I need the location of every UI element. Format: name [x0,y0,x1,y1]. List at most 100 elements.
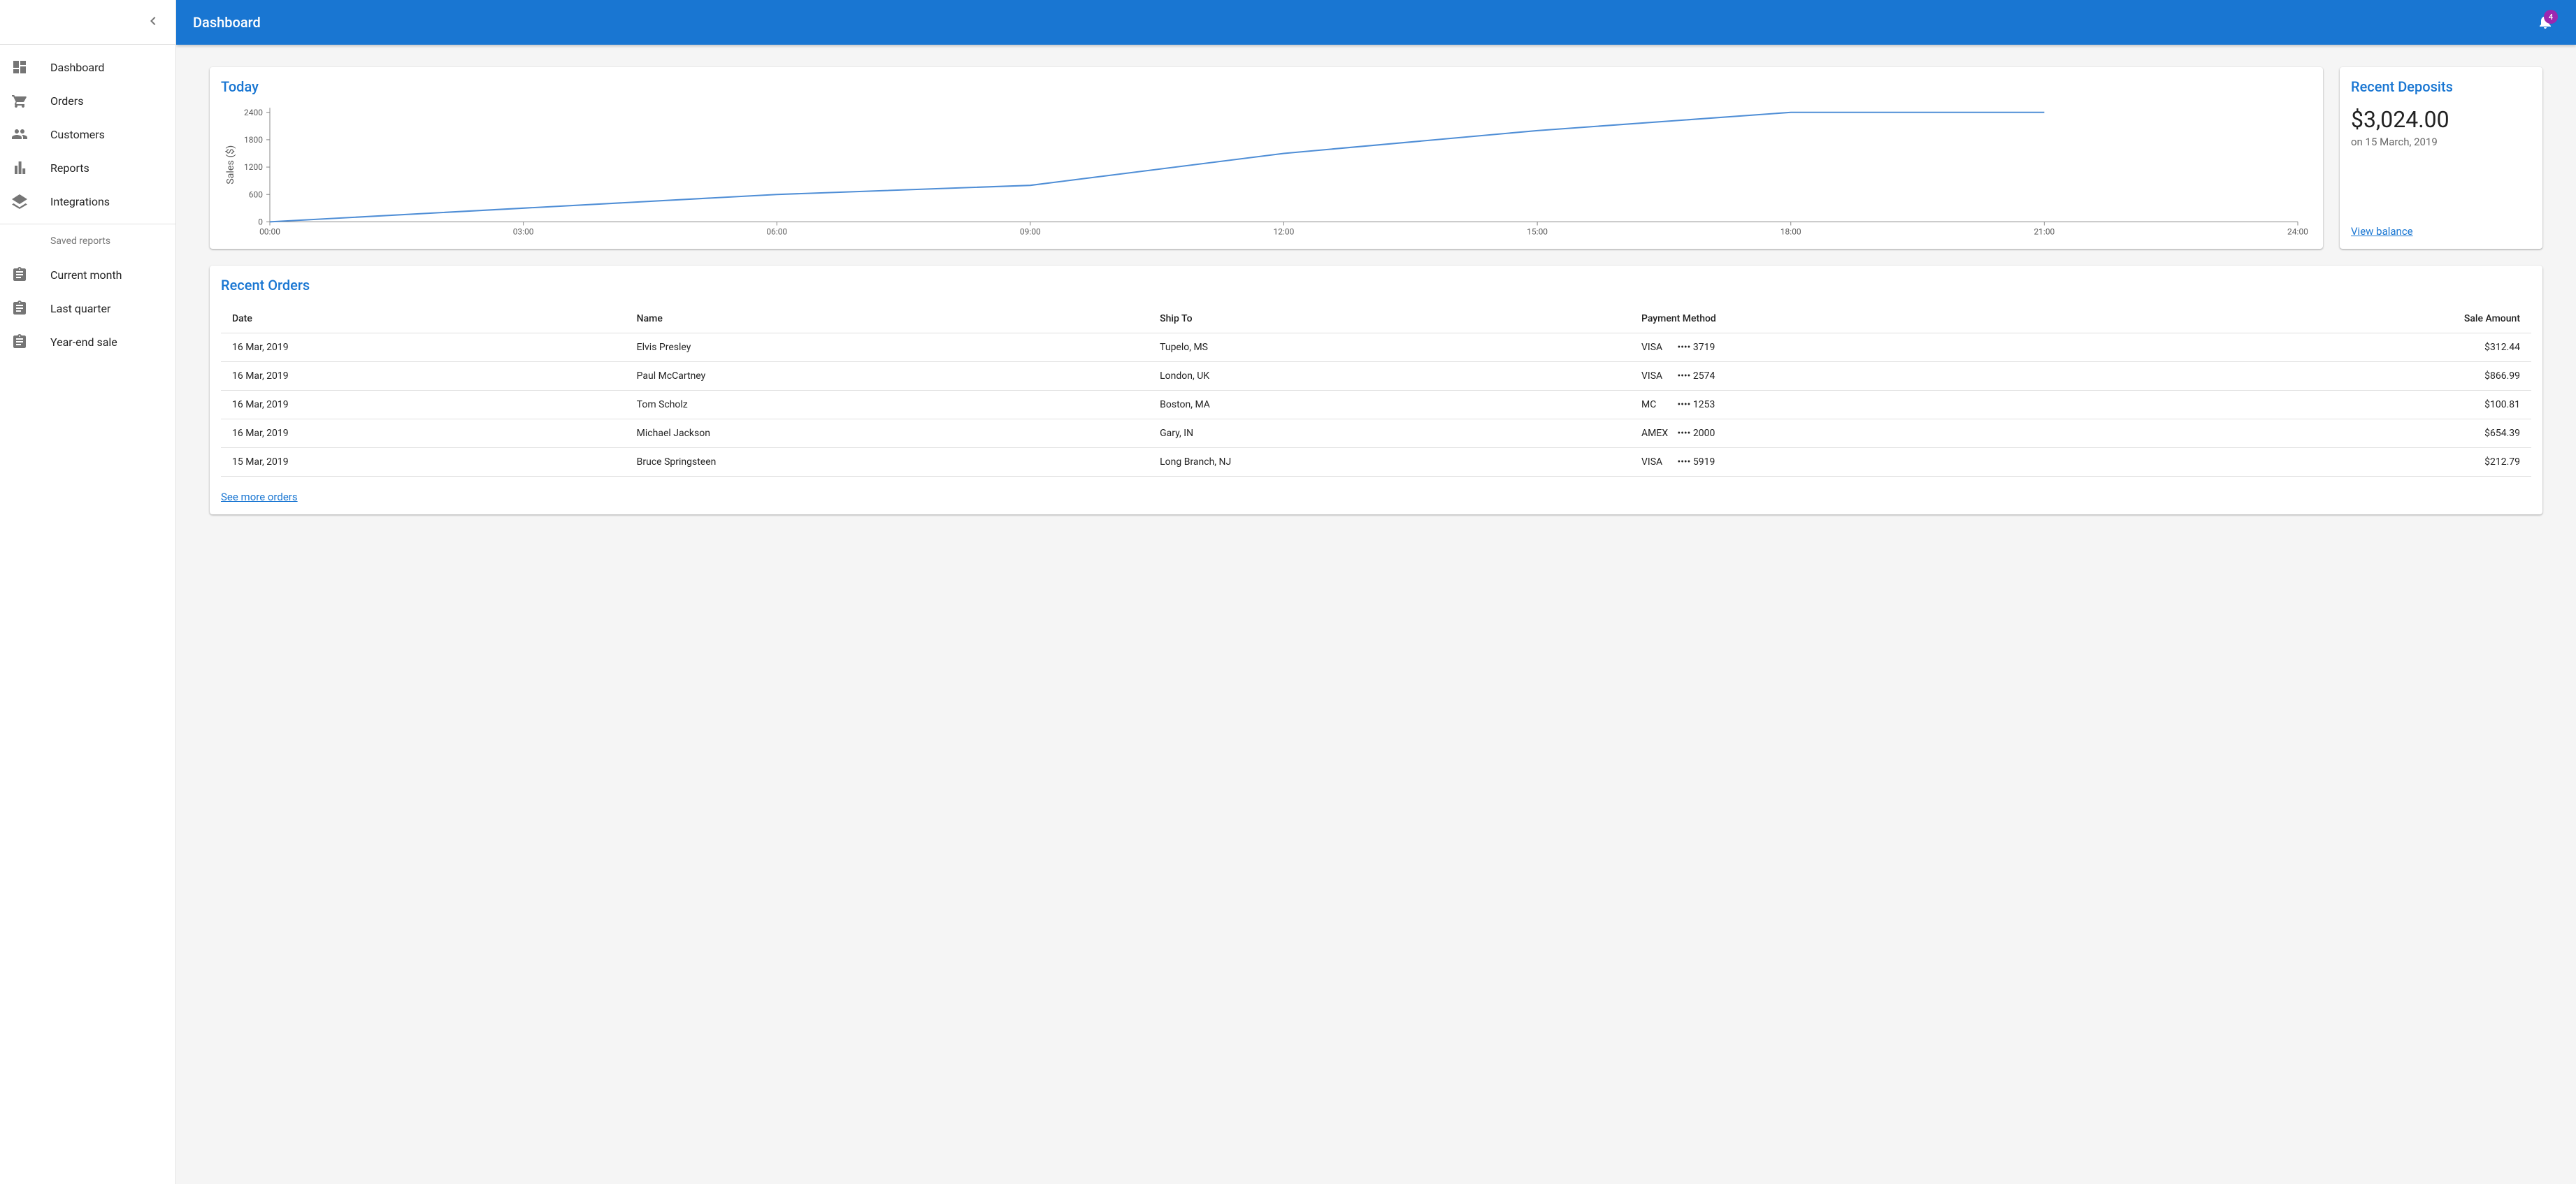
notifications: 4 [2531,8,2559,36]
sidebar-header [0,0,175,45]
orders-table: Date Name Ship To Payment Method Sale Am… [221,305,2531,477]
sidebar-item-reports[interactable]: Reports [0,151,175,185]
main: Dashboard 4 Today 060012001800240000:000… [176,0,2576,1184]
cell-shipto: Boston, MA [1149,391,1630,419]
chevron-left-icon [145,13,161,31]
view-balance-link[interactable]: View balance [2351,225,2531,238]
svg-text:1800: 1800 [244,135,263,145]
cell-shipto: Gary, IN [1149,419,1630,448]
recent-orders-card: Recent Orders Date Name Ship To Payment … [210,266,2542,514]
svg-text:00:00: 00:00 [259,227,280,237]
cell-date: 16 Mar, 2019 [221,362,626,391]
cell-payment: VISA •••• 5919 [1630,448,2129,477]
nav-label: Reports [50,161,89,175]
assignment-icon [11,333,28,350]
svg-text:09:00: 09:00 [1020,227,1041,237]
dashboard-icon [11,59,28,75]
cell-shipto: Long Branch, NJ [1149,448,1630,477]
cell-date: 16 Mar, 2019 [221,419,626,448]
cell-date: 15 Mar, 2019 [221,448,626,477]
svg-text:21:00: 21:00 [2034,227,2055,237]
cell-amount: $654.39 [2129,419,2531,448]
cell-name: Paul McCartney [626,362,1149,391]
sales-line-chart: 0 600 1200 1800 2400 00:00 03:00 06:00 09:00 12:0… [221,101,2312,243]
nav-main: Dashboard Orders Customers Reports Integ… [0,45,175,224]
saved-reports-subheader: Saved reports [0,224,175,252]
collapse-sidebar-button[interactable] [139,8,167,36]
svg-text:03:00: 03:00 [513,227,534,237]
layers-icon [11,193,28,210]
deposits-date: on 15 March, 2019 [2351,136,2531,148]
svg-text:2400: 2400 [244,108,263,117]
svg-text:12:00: 12:00 [1274,227,1295,237]
svg-text:1200: 1200 [244,162,263,172]
cell-payment: AMEX •••• 2000 [1630,419,2129,448]
cell-name: Michael Jackson [626,419,1149,448]
cell-date: 16 Mar, 2019 [221,391,626,419]
orders-header-row: Date Name Ship To Payment Method Sale Am… [221,305,2531,333]
assignment-icon [11,266,28,283]
cell-name: Elvis Presley [626,333,1149,362]
cell-name: Bruce Springsteen [626,448,1149,477]
cell-amount: $866.99 [2129,362,2531,391]
cell-amount: $312.44 [2129,333,2531,362]
page-title: Dashboard [193,14,2531,31]
see-more-orders-link[interactable]: See more orders [221,491,298,503]
appbar: Dashboard 4 [176,0,2576,45]
sidebar-item-integrations[interactable]: Integrations [0,185,175,218]
nav-label: Current month [50,268,122,282]
cell-amount: $100.81 [2129,391,2531,419]
nav-saved: Current month Last quarter Year-end sale [0,252,175,364]
notifications-badge: 4 [2544,10,2558,24]
cart-icon [11,92,28,109]
nav-label: Customers [50,128,105,141]
col-payment: Payment Method [1630,305,2129,333]
svg-text:600: 600 [249,189,263,199]
sidebar-item-customers[interactable]: Customers [0,117,175,151]
sidebar-item-orders[interactable]: Orders [0,84,175,117]
sidebar-item-current-month[interactable]: Current month [0,258,175,291]
table-row: 15 Mar, 2019Bruce SpringsteenLong Branch… [221,448,2531,477]
nav-label: Orders [50,94,83,108]
nav-label: Last quarter [50,302,110,315]
people-icon [11,126,28,143]
cell-payment: VISA •••• 3719 [1630,333,2129,362]
cell-shipto: Tupelo, MS [1149,333,1630,362]
chart-title: Today [221,78,2312,95]
col-amount: Sale Amount [2129,305,2531,333]
table-row: 16 Mar, 2019Paul McCartneyLondon, UKVISA… [221,362,2531,391]
sidebar: Dashboard Orders Customers Reports Integ… [0,0,176,1184]
content: Today 0 600 1200 1800 2400 00:00 03:00 06:00 09:… [176,45,2576,1184]
orders-title: Recent Orders [221,277,2531,294]
nav-label: Dashboard [50,61,104,74]
svg-text:Sales ($): Sales ($) [224,145,236,185]
svg-text:15:00: 15:00 [1527,227,1548,237]
assignment-icon [11,300,28,317]
cell-payment: VISA •••• 2574 [1630,362,2129,391]
col-shipto: Ship To [1149,305,1630,333]
cell-shipto: London, UK [1149,362,1630,391]
svg-text:18:00: 18:00 [1780,227,1801,237]
table-row: 16 Mar, 2019Elvis PresleyTupelo, MSVISA … [221,333,2531,362]
cell-amount: $212.79 [2129,448,2531,477]
sidebar-item-year-end-sale[interactable]: Year-end sale [0,325,175,359]
nav-label: Year-end sale [50,335,117,349]
sidebar-item-last-quarter[interactable]: Last quarter [0,291,175,325]
svg-text:0: 0 [258,217,263,226]
svg-text:24:00: 24:00 [2287,227,2308,237]
table-row: 16 Mar, 2019Tom ScholzBoston, MAMC •••• … [221,391,2531,419]
chart-area: 0 600 1200 1800 2400 00:00 03:00 06:00 09:00 12:0… [221,101,2312,243]
sidebar-item-dashboard[interactable]: Dashboard [0,50,175,84]
col-date: Date [221,305,626,333]
col-name: Name [626,305,1149,333]
bar-chart-icon [11,159,28,176]
cell-name: Tom Scholz [626,391,1149,419]
recent-deposits-card: Recent Deposits $3,024.00 on 15 March, 2… [2340,67,2542,249]
today-chart-card: Today 0 600 1200 1800 2400 00:00 03:00 06:00 09:… [210,67,2323,249]
table-row: 16 Mar, 2019Michael JacksonGary, INAMEX … [221,419,2531,448]
deposits-amount: $3,024.00 [2351,106,2531,133]
svg-text:06:00: 06:00 [766,227,787,237]
cell-date: 16 Mar, 2019 [221,333,626,362]
cell-payment: MC •••• 1253 [1630,391,2129,419]
deposits-title: Recent Deposits [2351,78,2531,95]
